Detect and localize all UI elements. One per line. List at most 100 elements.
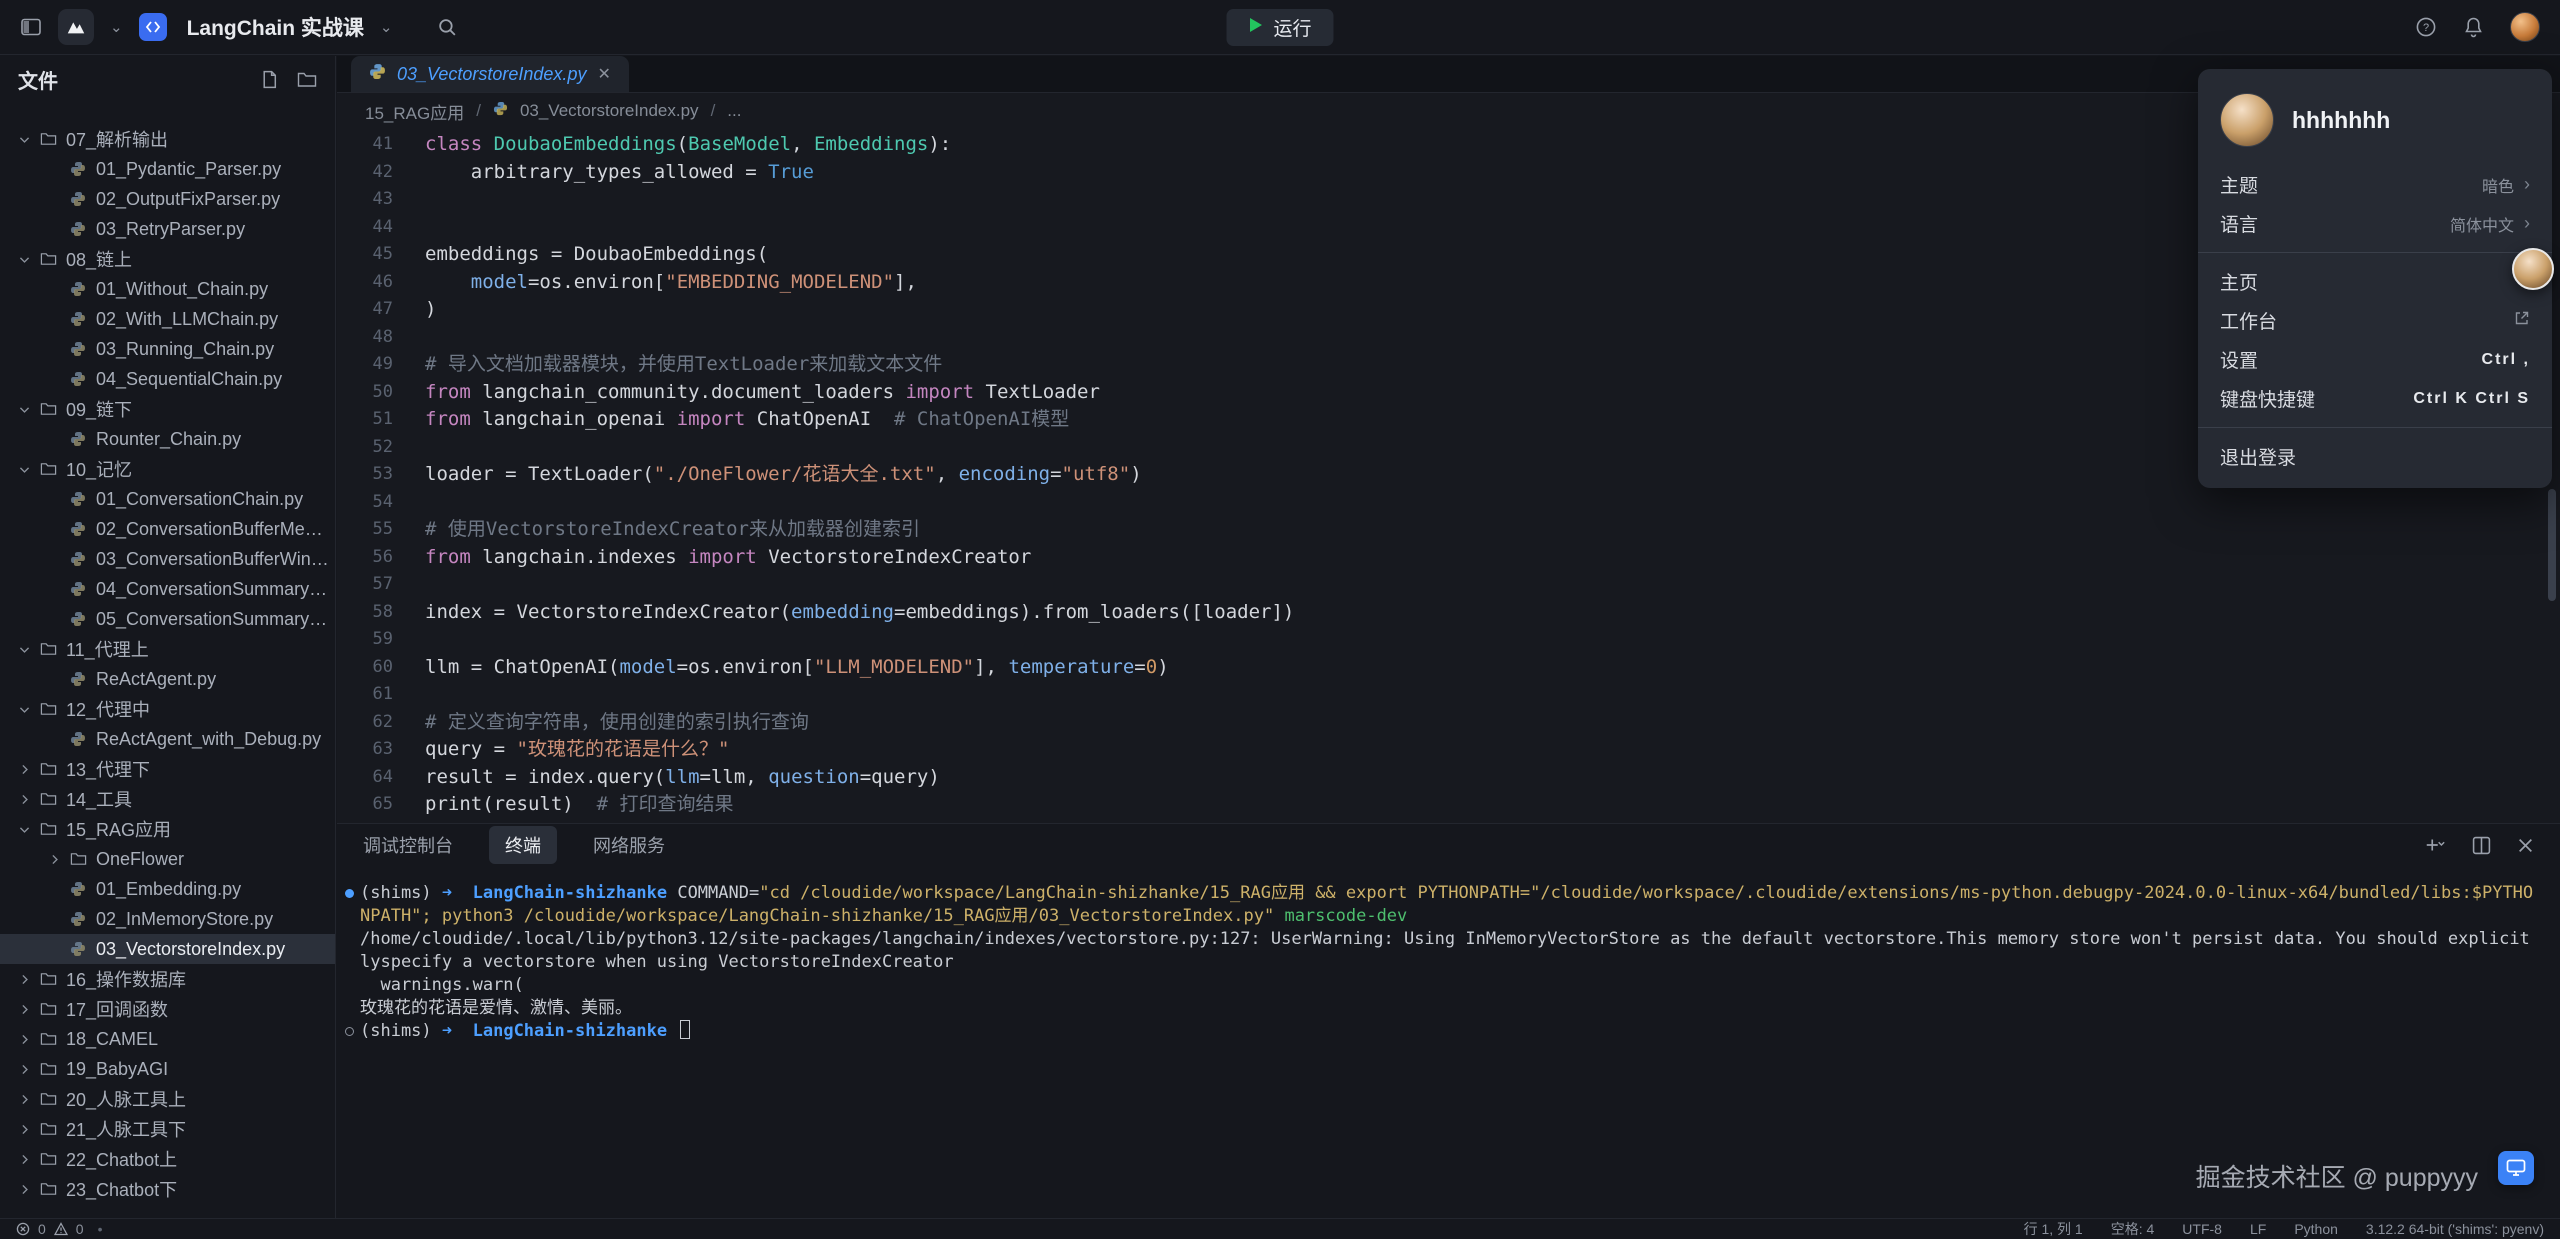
code-line[interactable]: 64result = index.query(llm=llm, question…: [337, 764, 2560, 792]
tree-item-folder[interactable]: 13_代理下: [0, 754, 335, 784]
tree-item-file[interactable]: 03_VectorstoreIndex.py: [0, 934, 335, 964]
tree-item-file[interactable]: 02_InMemoryStore.py: [0, 904, 335, 934]
code-line[interactable]: 56from langchain.indexes import Vectorst…: [337, 544, 2560, 572]
panel-tab-terminal[interactable]: 终端: [489, 826, 557, 864]
tree-item-folder[interactable]: 19_BabyAGI: [0, 1054, 335, 1084]
split-panel-icon[interactable]: [2472, 836, 2491, 855]
tree-item-file[interactable]: 03_ConversationBufferWindo...: [0, 544, 335, 574]
code-line[interactable]: 60llm = ChatOpenAI(model=os.environ["LLM…: [337, 654, 2560, 682]
project-title[interactable]: LangChain 实战课: [187, 12, 364, 42]
tree-item-folder[interactable]: 20_人脉工具上: [0, 1084, 335, 1114]
tree-item-label: 01_ConversationChain.py: [96, 489, 303, 510]
tree-item-file[interactable]: 01_Pydantic_Parser.py: [0, 154, 335, 184]
breadcrumb-folder[interactable]: 15_RAG应用: [365, 99, 464, 124]
tree-item-folder[interactable]: 17_回调函数: [0, 994, 335, 1024]
tree-item-file[interactable]: 01_ConversationChain.py: [0, 484, 335, 514]
tab-close-icon[interactable]: ✕: [597, 64, 610, 84]
tree-item-folder[interactable]: 21_人脉工具下: [0, 1114, 335, 1144]
menu-item-settings[interactable]: 设置 Ctrl ,: [2198, 340, 2552, 379]
editor-tab[interactable]: 03_VectorstoreIndex.py ✕: [351, 56, 629, 92]
tree-item-folder[interactable]: 12_代理中: [0, 694, 335, 724]
code-line[interactable]: 62# 定义查询字符串，使用创建的索引执行查询: [337, 709, 2560, 737]
breadcrumb-file[interactable]: 03_VectorstoreIndex.py: [520, 101, 699, 121]
search-icon[interactable]: [437, 17, 458, 38]
ide-logo[interactable]: [58, 9, 94, 45]
logo-chevron-down-icon[interactable]: ⌄: [110, 18, 123, 36]
tree-item-file[interactable]: 03_Running_Chain.py: [0, 334, 335, 364]
error-count[interactable]: 0: [38, 1221, 46, 1237]
new-file-icon[interactable]: [260, 70, 279, 89]
new-folder-icon[interactable]: [297, 70, 317, 89]
user-avatar[interactable]: [2510, 12, 2540, 42]
menu-item-home[interactable]: 主页: [2198, 262, 2552, 301]
tree-item-folder[interactable]: 08_链上: [0, 244, 335, 274]
tree-item-folder[interactable]: 07_解析输出: [0, 124, 335, 154]
panel-tab-debug-console[interactable]: 调试控制台: [363, 832, 453, 858]
warnings-icon[interactable]: [54, 1222, 68, 1236]
code-line[interactable]: 55# 使用VectorstoreIndexCreator来从加载器创建索引: [337, 516, 2560, 544]
tree-item-label: 01_Without_Chain.py: [96, 279, 268, 300]
editor-scrollbar[interactable]: [2548, 489, 2556, 601]
python-interpreter[interactable]: 3.12.2 64-bit ('shims': pyenv): [2366, 1221, 2544, 1237]
chevron-right-icon: [12, 1063, 36, 1076]
floating-user-avatar[interactable]: [2512, 248, 2554, 290]
tree-item-folder[interactable]: 16_操作数据库: [0, 964, 335, 994]
tree-item-folder[interactable]: 14_工具: [0, 784, 335, 814]
panel-tab-network[interactable]: 网络服务: [593, 832, 665, 858]
tree-item-folder[interactable]: 18_CAMEL: [0, 1024, 335, 1054]
code-line[interactable]: 54: [337, 489, 2560, 517]
cursor-position[interactable]: 行 1, 列 1: [2024, 1219, 2083, 1239]
code-line[interactable]: 63query = "玫瑰花的花语是什么？": [337, 736, 2560, 764]
run-button-label: 运行: [1273, 14, 1311, 41]
menu-item-keyboard-shortcuts[interactable]: 键盘快捷键 Ctrl K Ctrl S: [2198, 379, 2552, 418]
terminal-output[interactable]: (shims) ➜ LangChain-shizhanke COMMAND="c…: [337, 882, 2540, 1148]
tree-item-folder[interactable]: 23_Chatbot下: [0, 1174, 335, 1204]
code-line[interactable]: 65print(result) # 打印查询结果: [337, 791, 2560, 819]
tree-item-file[interactable]: 02_With_LLMChain.py: [0, 304, 335, 334]
code-line[interactable]: 61: [337, 681, 2560, 709]
code-line[interactable]: 57: [337, 571, 2560, 599]
language-mode[interactable]: Python: [2294, 1221, 2338, 1237]
help-icon[interactable]: ?: [2415, 16, 2437, 38]
tree-item-file[interactable]: 02_OutputFixParser.py: [0, 184, 335, 214]
tree-item-folder[interactable]: 22_Chatbot上: [0, 1144, 335, 1174]
new-terminal-icon[interactable]: [2424, 836, 2446, 854]
floating-widget-icon[interactable]: [2498, 1151, 2534, 1185]
eol-setting[interactable]: LF: [2250, 1221, 2266, 1237]
tree-item-folder[interactable]: 09_链下: [0, 394, 335, 424]
code-line[interactable]: 59: [337, 626, 2560, 654]
tree-item-file[interactable]: ReActAgent_with_Debug.py: [0, 724, 335, 754]
code-line[interactable]: 58index = VectorstoreIndexCreator(embedd…: [337, 599, 2560, 627]
tree-item-folder[interactable]: 15_RAG应用: [0, 814, 335, 844]
tree-item-folder[interactable]: OneFlower: [0, 844, 335, 874]
errors-icon[interactable]: [16, 1222, 30, 1236]
tree-item-file[interactable]: 04_ConversationSummaryMe...: [0, 574, 335, 604]
python-file-icon: [66, 491, 90, 507]
folder-icon: [36, 1061, 60, 1077]
menu-item-language[interactable]: 语言 简体中文›: [2198, 204, 2552, 243]
tree-item-folder[interactable]: 10_记忆: [0, 454, 335, 484]
tree-item-file[interactable]: ReActAgent.py: [0, 664, 335, 694]
tree-item-file[interactable]: 02_ConversationBufferMemor...: [0, 514, 335, 544]
tree-item-file[interactable]: 01_Embedding.py: [0, 874, 335, 904]
notifications-bell-icon[interactable]: [2463, 16, 2484, 38]
tree-item-folder[interactable]: 11_代理上: [0, 634, 335, 664]
encoding[interactable]: UTF-8: [2182, 1221, 2222, 1237]
tree-item-label: 02_InMemoryStore.py: [96, 909, 273, 930]
breadcrumb-more[interactable]: ...: [727, 101, 741, 121]
menu-item-workbench[interactable]: 工作台: [2198, 301, 2552, 340]
menu-item-theme[interactable]: 主题 暗色›: [2198, 165, 2552, 204]
run-button[interactable]: 运行: [1226, 9, 1333, 46]
tree-item-file[interactable]: 04_SequentialChain.py: [0, 364, 335, 394]
line-number: 47: [337, 296, 393, 324]
menu-item-logout[interactable]: 退出登录: [2198, 437, 2552, 476]
tree-item-file[interactable]: Rounter_Chain.py: [0, 424, 335, 454]
tree-item-file[interactable]: 03_RetryParser.py: [0, 214, 335, 244]
indent-setting[interactable]: 空格: 4: [2111, 1219, 2155, 1239]
sidebar-toggle-icon[interactable]: [20, 16, 42, 38]
tree-item-file[interactable]: 01_Without_Chain.py: [0, 274, 335, 304]
tree-item-file[interactable]: 05_ConversationSummaryBuff...: [0, 604, 335, 634]
warning-count[interactable]: 0: [76, 1221, 84, 1237]
close-panel-icon[interactable]: [2517, 837, 2534, 854]
project-chevron-down-icon[interactable]: ⌄: [380, 18, 393, 36]
